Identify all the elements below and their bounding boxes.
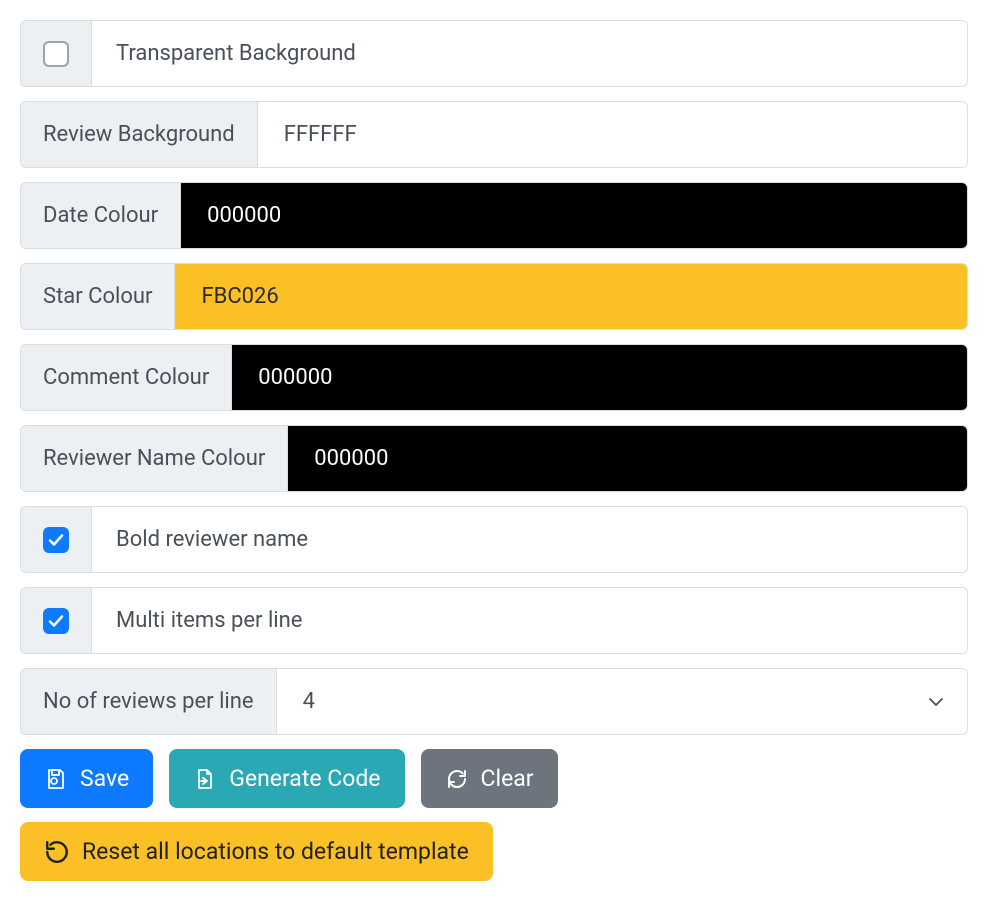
star-colour-input[interactable] [175, 264, 967, 329]
checkbox-cell [21, 588, 92, 653]
comment-colour-row: Comment Colour [20, 344, 968, 411]
checkbox-cell [21, 21, 92, 86]
reset-button-label: Reset all locations to default template [82, 838, 469, 865]
check-icon [48, 613, 64, 629]
reviewer-name-colour-input[interactable] [288, 426, 967, 491]
file-export-icon [193, 767, 217, 791]
reset-button[interactable]: Reset all locations to default template [20, 822, 493, 881]
review-background-row: Review Background [20, 101, 968, 168]
reviews-per-line-select[interactable]: 4 [277, 669, 967, 734]
multi-items-label: Multi items per line [92, 588, 967, 653]
date-colour-input[interactable] [181, 183, 967, 248]
rotate-icon [44, 839, 70, 865]
star-colour-label: Star Colour [21, 264, 175, 329]
bold-reviewer-name-row: Bold reviewer name [20, 506, 968, 573]
multi-items-row: Multi items per line [20, 587, 968, 654]
check-icon [48, 532, 64, 548]
bold-reviewer-name-checkbox[interactable] [43, 527, 69, 553]
button-row: Save Generate Code Clear [20, 749, 968, 808]
bold-reviewer-name-label: Bold reviewer name [92, 507, 967, 572]
multi-items-checkbox[interactable] [43, 608, 69, 634]
review-background-input[interactable] [258, 102, 967, 167]
save-button-label: Save [80, 765, 129, 792]
transparent-background-checkbox[interactable] [43, 41, 69, 67]
reviewer-name-colour-row: Reviewer Name Colour [20, 425, 968, 492]
date-colour-row: Date Colour [20, 182, 968, 249]
reviewer-name-colour-label: Reviewer Name Colour [21, 426, 288, 491]
reviews-per-line-value: 4 [277, 669, 967, 734]
comment-colour-label: Comment Colour [21, 345, 232, 410]
transparent-background-label: Transparent Background [92, 21, 967, 86]
save-icon [44, 767, 68, 791]
star-colour-row: Star Colour [20, 263, 968, 330]
comment-colour-input[interactable] [232, 345, 967, 410]
checkbox-cell [21, 507, 92, 572]
button-row-reset: Reset all locations to default template [20, 822, 968, 881]
generate-code-button-label: Generate Code [229, 765, 380, 792]
clear-button[interactable]: Clear [421, 749, 558, 808]
generate-code-button[interactable]: Generate Code [169, 749, 404, 808]
reviews-per-line-label: No of reviews per line [21, 669, 277, 734]
review-background-label: Review Background [21, 102, 258, 167]
save-button[interactable]: Save [20, 749, 153, 808]
clear-button-label: Clear [481, 765, 534, 792]
refresh-icon [445, 767, 469, 791]
date-colour-label: Date Colour [21, 183, 181, 248]
reviews-per-line-row: No of reviews per line 4 [20, 668, 968, 735]
transparent-background-row: Transparent Background [20, 20, 968, 87]
